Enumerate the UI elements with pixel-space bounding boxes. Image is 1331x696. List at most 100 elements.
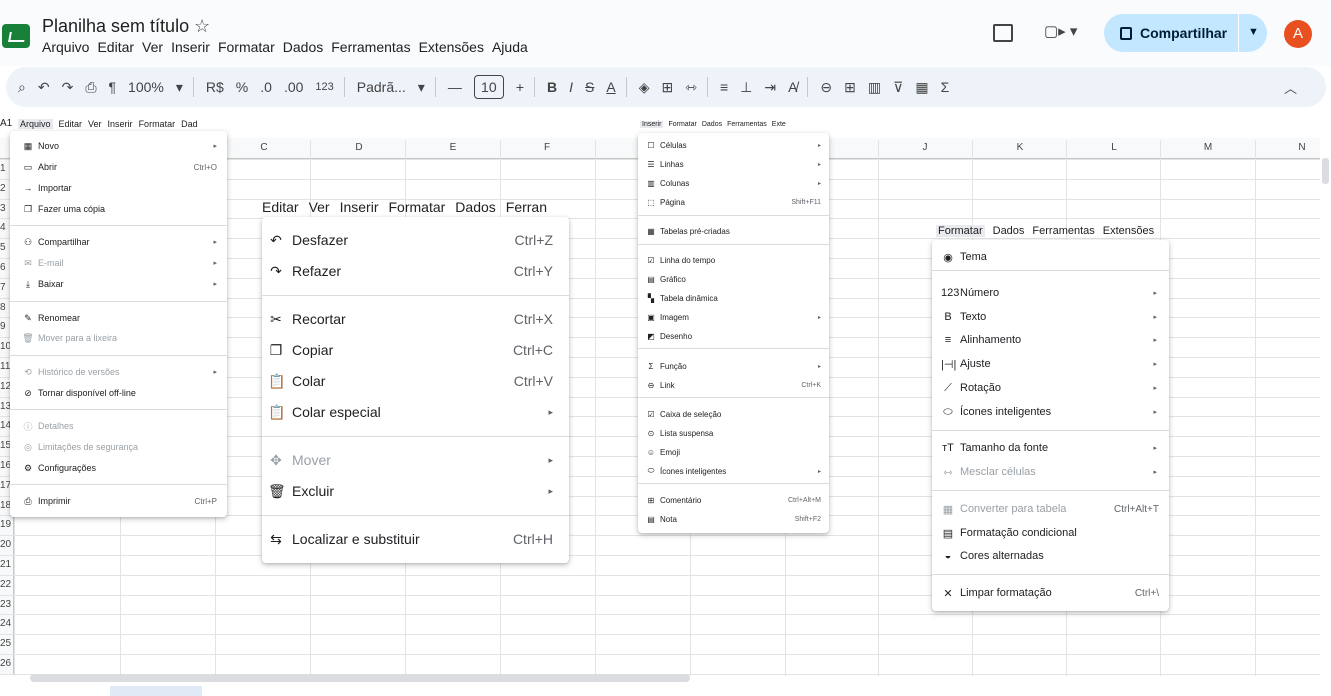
column-header[interactable]: F — [537, 142, 557, 153]
italic-icon[interactable]: I — [569, 79, 573, 95]
menu-item[interactable]: ▤ Formatação condicional — [932, 522, 1169, 544]
text-color-icon[interactable]: A — [606, 79, 615, 95]
menu-header-item[interactable]: Dados — [993, 225, 1025, 237]
menu-item[interactable]: ▦ Novo ▸ — [10, 136, 227, 156]
column-header[interactable]: L — [1104, 142, 1124, 153]
menu-item[interactable]: ⬭ Ícones inteligentes ▸ — [638, 462, 829, 480]
menu-item[interactable]: ❐ Copiar Ctrl+C — [262, 335, 569, 365]
menu-item[interactable]: ▤ Nota Shift+F2 — [638, 510, 829, 528]
menu-formatar[interactable]: Formatar — [218, 39, 275, 55]
font-size-increase-button[interactable]: + — [516, 79, 524, 95]
menu-item[interactable]: ✕ Limpar formatação Ctrl+\ — [932, 582, 1169, 604]
menu-header-item[interactable]: Ferramentas — [727, 121, 767, 128]
menu-item[interactable]: ✎ Renomear — [10, 308, 227, 328]
menu-item[interactable]: ⤓ Baixar ▸ — [10, 274, 227, 294]
vertical-scrollbar[interactable] — [1322, 158, 1329, 184]
number-format-button[interactable]: 123 — [315, 81, 333, 93]
menu-item[interactable]: ◎ Limitações de segurança — [10, 437, 227, 457]
menu-header-item[interactable]: Formatar — [139, 119, 176, 129]
menu-header-item[interactable]: Ferran — [506, 199, 547, 215]
paint-format-icon[interactable]: ¶ — [109, 79, 117, 95]
percent-format-button[interactable]: % — [236, 79, 248, 95]
menu-item[interactable]: → Importar — [10, 178, 227, 198]
menu-item[interactable]: ⓘ Detalhes — [10, 416, 227, 436]
text-rotation-icon[interactable]: A̸ — [788, 79, 797, 95]
menu-item[interactable]: ↷ Refazer Ctrl+Y — [262, 256, 569, 286]
menu-item[interactable]: ✥ Mover ▸ — [262, 445, 569, 475]
menu-item[interactable]: ⎙ Imprimir Ctrl+P — [10, 491, 227, 511]
horizontal-align-icon[interactable]: ≡ — [720, 79, 728, 95]
chart-icon[interactable]: ▥ — [868, 79, 881, 96]
link-icon[interactable]: ⊖ — [820, 79, 832, 96]
menu-item[interactable]: ⬚ Página Shift+F11 — [638, 193, 829, 211]
menu-item[interactable]: ⟲ Histórico de versões ▸ — [10, 362, 227, 382]
increase-decimal-button[interactable]: .00 — [284, 79, 303, 95]
row-header[interactable]: 21 — [0, 559, 14, 570]
menu-header-item[interactable]: Dad — [181, 119, 198, 129]
menu-header-item[interactable]: Formatar — [936, 225, 985, 237]
undo-icon[interactable]: ↶ — [38, 79, 50, 96]
menu-header-item[interactable]: Dados — [702, 121, 722, 128]
menu-item[interactable]: |⊣| Ajuste ▸ — [932, 353, 1169, 375]
menu-header-item[interactable]: Inserir — [340, 199, 379, 215]
redo-icon[interactable]: ↷ — [62, 79, 74, 96]
menu-header-item[interactable]: Exte — [772, 121, 786, 128]
column-header[interactable]: K — [1010, 142, 1030, 153]
menu-item[interactable]: ▭ Abrir Ctrl+O — [10, 157, 227, 177]
menu-item[interactable]: ⇿ Mesclar células ▸ — [932, 461, 1169, 483]
row-header[interactable]: 20 — [0, 539, 14, 550]
column-header[interactable]: N — [1292, 142, 1312, 153]
menu-item[interactable]: ☑ Caixa de seleção — [638, 405, 829, 423]
menu-item[interactable]: ▥ Colunas ▸ — [638, 174, 829, 192]
share-button[interactable]: Compartilhar ▼ — [1104, 14, 1267, 52]
menu-item[interactable]: ▚ Tabela dinâmica — [638, 289, 829, 307]
document-title[interactable]: Planilha sem título — [42, 16, 189, 37]
functions-icon[interactable]: Σ — [941, 79, 950, 95]
column-header[interactable]: J — [915, 142, 935, 153]
column-header[interactable]: C — [254, 142, 274, 153]
menu-item[interactable]: ▦ Converter para tabela Ctrl+Alt+T — [932, 498, 1169, 520]
row-header[interactable]: 24 — [0, 618, 14, 629]
sheet-tab[interactable] — [110, 686, 202, 696]
merge-cells-icon[interactable]: ⇿ — [685, 79, 697, 96]
menu-dados[interactable]: Dados — [283, 39, 323, 55]
vertical-align-icon[interactable]: ⊥ — [740, 79, 752, 96]
menu-item[interactable]: 123 Número ▸ — [932, 282, 1169, 304]
horizontal-scrollbar[interactable] — [30, 674, 690, 682]
menu-ajuda[interactable]: Ajuda — [492, 39, 528, 55]
text-wrap-icon[interactable]: ⇥ — [764, 79, 776, 96]
menu-item[interactable]: ⟋ Rotação ▸ — [932, 377, 1169, 399]
menu-item[interactable]: ◩ Desenho — [638, 327, 829, 345]
currency-format-button[interactable]: R$ — [206, 79, 224, 95]
menu-item[interactable]: B Texto ▸ — [932, 306, 1169, 328]
row-header[interactable]: 23 — [0, 599, 14, 610]
star-icon[interactable]: ☆ — [194, 16, 210, 37]
menu-item[interactable]: ▣ Imagem ▸ — [638, 308, 829, 326]
filter-icon[interactable]: ⊽ — [893, 79, 903, 96]
row-header[interactable]: 25 — [0, 638, 14, 649]
column-header[interactable]: M — [1198, 142, 1218, 153]
menu-item[interactable]: ☑ Linha do tempo — [638, 251, 829, 269]
menu-item[interactable]: ◉ Tema — [932, 246, 1169, 268]
menu-header-item[interactable]: Editar — [59, 119, 83, 129]
menu-header-item[interactable]: Ver — [88, 119, 102, 129]
menu-ferramentas[interactable]: Ferramentas — [331, 39, 410, 55]
sheets-logo-icon[interactable] — [2, 24, 30, 48]
menu-header-item[interactable]: Arquivo — [18, 119, 53, 129]
menu-editar[interactable]: Editar — [97, 39, 134, 55]
menu-inserir[interactable]: Inserir — [171, 39, 210, 55]
search-icon[interactable]: ⌕ — [18, 79, 26, 96]
menu-header-item[interactable]: Inserir — [108, 119, 133, 129]
bold-icon[interactable]: B — [547, 79, 557, 95]
menu-item[interactable]: ⬭ Ícones inteligentes ▸ — [932, 401, 1169, 423]
menu-item[interactable]: ❐ Fazer uma cópia — [10, 199, 227, 219]
print-icon[interactable]: ⎙ — [85, 79, 96, 96]
menu-item[interactable]: ⇆ Localizar e substituir Ctrl+H — [262, 524, 569, 554]
cell-reference[interactable]: A1 — [0, 118, 12, 129]
chevron-up-icon[interactable]: ︿ — [1284, 78, 1297, 97]
menu-item[interactable]: ⊙ Lista suspensa — [638, 424, 829, 442]
menu-item[interactable]: ▦ Tabelas pré-criadas — [638, 222, 829, 240]
borders-icon[interactable]: ⊞ — [662, 79, 674, 96]
menu-item[interactable]: ◒ Cores alternadas — [932, 545, 1169, 567]
menu-header-item[interactable]: Formatar — [389, 199, 446, 215]
